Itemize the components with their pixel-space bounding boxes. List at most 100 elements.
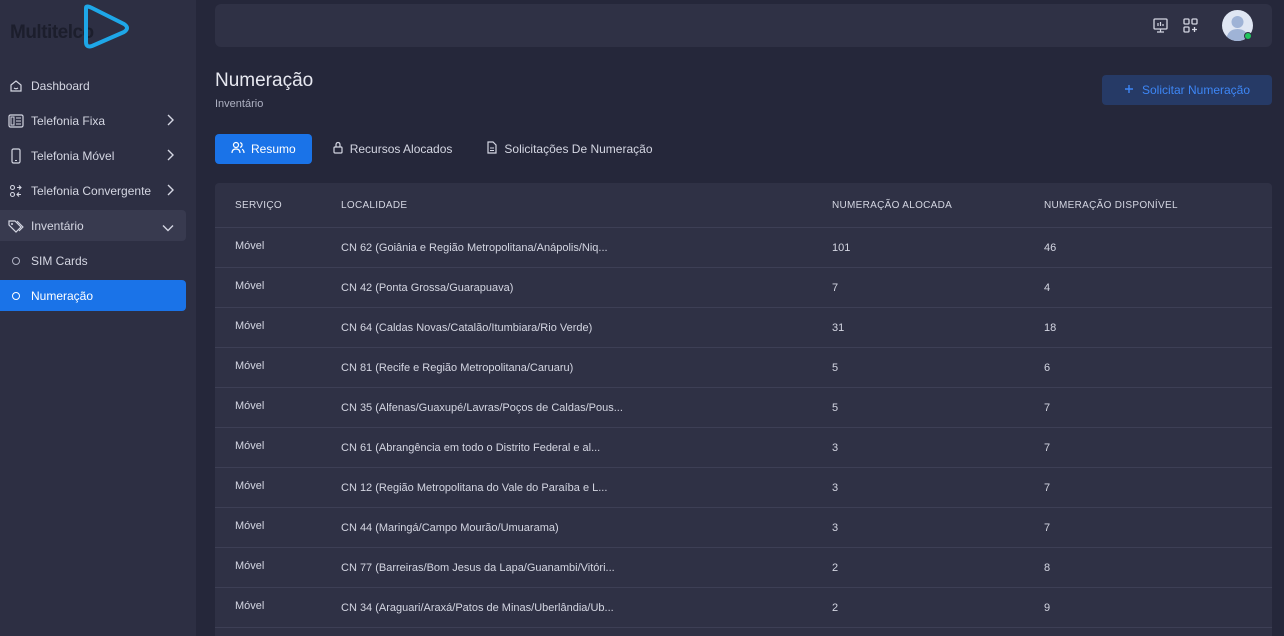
cell-servico: Móvel bbox=[235, 439, 265, 452]
sidebar-item-telefonia-movel[interactable]: Telefonia Móvel bbox=[0, 140, 186, 171]
brand-logo[interactable]: Multitelco bbox=[10, 2, 140, 56]
sidebar-item-label: Numeração bbox=[31, 288, 94, 303]
sidebar: Multitelco Dashboard Telefonia Fixa Tele… bbox=[0, 0, 196, 636]
cell-alocada: 31 bbox=[832, 321, 845, 334]
users-icon bbox=[231, 141, 245, 157]
cell-servico: Móvel bbox=[235, 239, 265, 252]
cell-disponivel: 7 bbox=[1044, 481, 1051, 494]
sidebar-nav: Dashboard Telefonia Fixa Telefonia Móvel bbox=[0, 66, 196, 315]
cell-alocada: 7 bbox=[832, 281, 839, 294]
page-subtitle: Inventário bbox=[215, 98, 264, 110]
cell-disponivel: 9 bbox=[1044, 601, 1051, 614]
table-row[interactable]: Móvel CN 12 (Região Metropolitana do Vale… bbox=[215, 468, 1272, 508]
plus-icon bbox=[1124, 83, 1134, 97]
chevron-right-icon bbox=[166, 114, 174, 129]
cell-localidade: CN 42 (Ponta Grossa/Guarapuava) bbox=[341, 281, 514, 294]
column-header-numeracao-alocada[interactable]: NUMERAÇÃO ALOCADA bbox=[812, 200, 1024, 211]
tab-bar: Resumo Recursos Alocados Solicitações De… bbox=[215, 134, 673, 164]
cell-localidade: CN 61 (Abrangência em todo o Distrito Fe… bbox=[341, 441, 601, 454]
tab-label: Resumo bbox=[251, 142, 296, 156]
numbering-table: SERVIÇO LOCALIDADE NUMERAÇÃO ALOCADA NUM… bbox=[215, 183, 1272, 636]
cell-servico: Móvel bbox=[235, 599, 265, 612]
cell-localidade: CN 64 (Caldas Novas/Catalão/Itumbiara/Ri… bbox=[341, 321, 593, 334]
cell-localidade: CN 62 (Goiânia e Região Metropolitana/An… bbox=[341, 241, 608, 254]
cell-disponivel: 46 bbox=[1044, 241, 1057, 254]
cell-disponivel: 18 bbox=[1044, 321, 1057, 334]
sidebar-item-label: Inventário bbox=[31, 218, 84, 233]
cell-disponivel: 8 bbox=[1044, 561, 1051, 574]
chevron-right-icon bbox=[166, 184, 174, 199]
cell-localidade: CN 81 (Recife e Região Metropolitana/Car… bbox=[341, 361, 574, 374]
cell-localidade: CN 44 (Maringá/Campo Mourão/Umuarama) bbox=[341, 521, 559, 534]
home-icon bbox=[8, 78, 24, 94]
sidebar-item-inventario[interactable]: Inventário bbox=[0, 210, 186, 241]
sidebar-item-telefonia-fixa[interactable]: Telefonia Fixa bbox=[0, 105, 186, 136]
table-row[interactable]: Móvel CN 44 (Maringá/Campo Mourão/Umuaram… bbox=[215, 508, 1272, 548]
cell-disponivel: 4 bbox=[1044, 281, 1051, 294]
request-numbering-label: Solicitar Numeração bbox=[1141, 83, 1251, 97]
table-body: Móvel CN 62 (Goiânia e Região Metropolita… bbox=[215, 228, 1272, 628]
cell-servico: Móvel bbox=[235, 559, 265, 572]
table-row[interactable]: Móvel CN 81 (Recife e Região Metropolitan… bbox=[215, 348, 1272, 388]
cell-servico: Móvel bbox=[235, 399, 265, 412]
desk-phone-icon bbox=[8, 113, 24, 129]
document-icon bbox=[486, 141, 498, 157]
sidebar-item-dashboard[interactable]: Dashboard bbox=[0, 70, 186, 101]
cell-servico: Móvel bbox=[235, 319, 265, 332]
logo-play-icon bbox=[84, 4, 129, 49]
sidebar-item-label: Telefonia Fixa bbox=[31, 113, 106, 128]
cell-localidade: CN 35 (Alfenas/Guaxupé/Lavras/Poços de C… bbox=[341, 401, 623, 414]
table-row[interactable]: Móvel CN 35 (Alfenas/Guaxupé/Lavras/Poços… bbox=[215, 388, 1272, 428]
cell-servico: Móvel bbox=[235, 519, 265, 532]
lock-icon bbox=[332, 141, 344, 157]
page-title: Numeração bbox=[215, 70, 314, 91]
bullet-icon bbox=[8, 288, 24, 304]
cell-disponivel: 6 bbox=[1044, 361, 1051, 374]
table-row[interactable]: Móvel CN 77 (Barreiras/Bom Jesus da Lapa/… bbox=[215, 548, 1272, 588]
convergence-icon bbox=[8, 183, 24, 199]
cell-disponivel: 7 bbox=[1044, 441, 1051, 454]
chevron-right-icon bbox=[166, 149, 174, 164]
presentation-icon[interactable] bbox=[1152, 17, 1169, 39]
sidebar-item-label: SIM Cards bbox=[31, 253, 88, 268]
topbar bbox=[215, 4, 1272, 47]
cell-localidade: CN 12 (Região Metropolitana do Vale do P… bbox=[341, 481, 608, 494]
table-row[interactable]: Móvel CN 42 (Ponta Grossa/Guarapuava) 7 4 bbox=[215, 268, 1272, 308]
app-root: Multitelco Dashboard Telefonia Fixa Tele… bbox=[0, 0, 1284, 636]
sidebar-item-sim-cards[interactable]: SIM Cards bbox=[0, 245, 186, 276]
table-header: SERVIÇO LOCALIDADE NUMERAÇÃO ALOCADA NUM… bbox=[215, 183, 1272, 228]
table-row[interactable]: Móvel CN 64 (Caldas Novas/Catalão/Itumbia… bbox=[215, 308, 1272, 348]
cell-alocada: 101 bbox=[832, 241, 851, 254]
apps-grid-icon[interactable] bbox=[1182, 17, 1199, 39]
cell-localidade: CN 34 (Araguari/Araxá/Patos de Minas/Ube… bbox=[341, 601, 614, 614]
tab-resumo[interactable]: Resumo bbox=[215, 134, 312, 164]
request-numbering-button[interactable]: Solicitar Numeração bbox=[1102, 75, 1272, 105]
bullet-icon bbox=[8, 253, 24, 269]
cell-alocada: 2 bbox=[832, 561, 839, 574]
cell-alocada: 5 bbox=[832, 401, 839, 414]
cell-disponivel: 7 bbox=[1044, 521, 1051, 534]
sidebar-item-label: Telefonia Móvel bbox=[31, 148, 115, 163]
table-row[interactable]: Móvel CN 34 (Araguari/Araxá/Patos de Mina… bbox=[215, 588, 1272, 628]
tab-recursos-alocados[interactable]: Recursos Alocados bbox=[318, 134, 467, 164]
cell-servico: Móvel bbox=[235, 479, 265, 492]
sidebar-item-numeracao[interactable]: Numeração bbox=[0, 280, 186, 311]
cell-servico: Móvel bbox=[235, 359, 265, 372]
column-header-numeracao-disponivel[interactable]: NUMERAÇÃO DISPONÍVEL bbox=[1024, 200, 1272, 211]
column-header-localidade[interactable]: LOCALIDADE bbox=[321, 200, 812, 211]
cell-servico: Móvel bbox=[235, 279, 265, 292]
cell-alocada: 3 bbox=[832, 441, 839, 454]
table-row[interactable]: Móvel CN 62 (Goiânia e Região Metropolita… bbox=[215, 228, 1272, 268]
sidebar-item-label: Telefonia Convergente bbox=[31, 183, 152, 198]
cell-localidade: CN 77 (Barreiras/Bom Jesus da Lapa/Guana… bbox=[341, 561, 615, 574]
table-row[interactable]: Móvel CN 61 (Abrangência em todo o Distri… bbox=[215, 428, 1272, 468]
tags-icon bbox=[8, 218, 24, 234]
column-header-servico[interactable]: SERVIÇO bbox=[215, 200, 321, 211]
online-status-dot bbox=[1244, 32, 1252, 40]
cell-disponivel: 7 bbox=[1044, 401, 1051, 414]
sidebar-item-telefonia-convergente[interactable]: Telefonia Convergente bbox=[0, 175, 186, 206]
cell-alocada: 2 bbox=[832, 601, 839, 614]
tab-label: Recursos Alocados bbox=[349, 142, 453, 156]
tab-solicitacoes-de-numeracao[interactable]: Solicitações De Numeração bbox=[472, 134, 666, 164]
sidebar-item-label: Dashboard bbox=[31, 78, 90, 93]
